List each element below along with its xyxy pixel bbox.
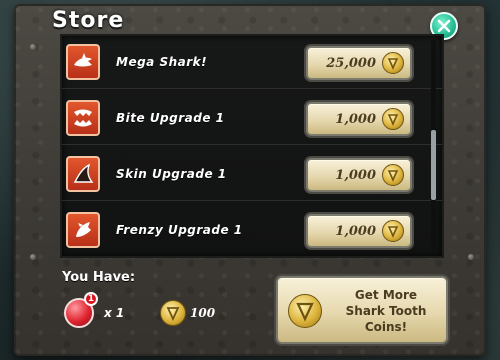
shark-tooth-coin-icon: [288, 294, 322, 328]
item-name: Skin Upgrade 1: [116, 167, 227, 181]
gem-count: x 1: [104, 306, 125, 320]
item-icon-skin-upgrade: [66, 156, 100, 192]
gem-badge: 1: [84, 292, 98, 306]
shark-tooth-coin-icon: [382, 164, 404, 186]
price-text: 1,000: [335, 224, 376, 239]
rivet: [30, 254, 36, 260]
shark-tooth-coin-icon: [382, 220, 404, 242]
frenzy-shark-icon: [76, 222, 91, 237]
store-title: Store: [52, 8, 125, 33]
item-name: Frenzy Upgrade 1: [116, 223, 243, 237]
buy-button-mega-shark[interactable]: 25,000: [306, 46, 412, 80]
buy-button-skin-upgrade[interactable]: 1,000: [306, 158, 412, 192]
shark-tooth-coin-icon: [160, 300, 186, 326]
item-name: Mega Shark!: [116, 55, 208, 69]
get-more-coins-button[interactable]: Get More Shark Tooth Coins!: [276, 276, 448, 344]
shark-tooth-coin-icon: [382, 52, 404, 74]
shark-tooth-coin-icon: [382, 108, 404, 130]
item-name: Bite Upgrade 1: [116, 111, 225, 125]
shark-icon: [74, 53, 92, 67]
buy-button-frenzy-upgrade[interactable]: 1,000: [306, 214, 412, 248]
rivet: [468, 254, 474, 260]
item-icon-bite-upgrade: [66, 100, 100, 136]
get-more-line: Get More: [354, 288, 418, 302]
store-item-row: Frenzy Upgrade 1 1,000: [62, 206, 442, 256]
store-item-row: Bite Upgrade 1 1,000: [62, 94, 442, 145]
fin-icon: [73, 163, 94, 183]
get-more-coins-label: Get More Shark Tooth Coins!: [330, 287, 442, 335]
store-item-row: Skin Upgrade 1 1,000: [62, 150, 442, 201]
close-icon: [437, 19, 451, 33]
item-icon-frenzy-upgrade: [66, 212, 100, 248]
coin-count: 100: [190, 306, 216, 320]
buy-button-bite-upgrade[interactable]: 1,000: [306, 102, 412, 136]
you-have-label: You Have:: [62, 270, 136, 285]
item-icon-mega-shark: [66, 44, 100, 80]
price-text: 1,000: [335, 168, 376, 183]
scrollbar-thumb[interactable]: [431, 130, 436, 200]
price-text: 1,000: [335, 112, 376, 127]
list-scrollbar[interactable]: [431, 40, 436, 250]
store-item-row: Mega Shark! 25,000: [62, 38, 442, 89]
price-text: 25,000: [326, 56, 376, 71]
get-more-line: Coins!: [364, 320, 408, 334]
jaws-icon: [74, 109, 92, 127]
store-item-list[interactable]: Mega Shark! 25,000 Bite Upgrade 1 1,000: [60, 34, 444, 258]
get-more-line: Shark Tooth: [345, 304, 427, 318]
rivet: [30, 44, 36, 50]
